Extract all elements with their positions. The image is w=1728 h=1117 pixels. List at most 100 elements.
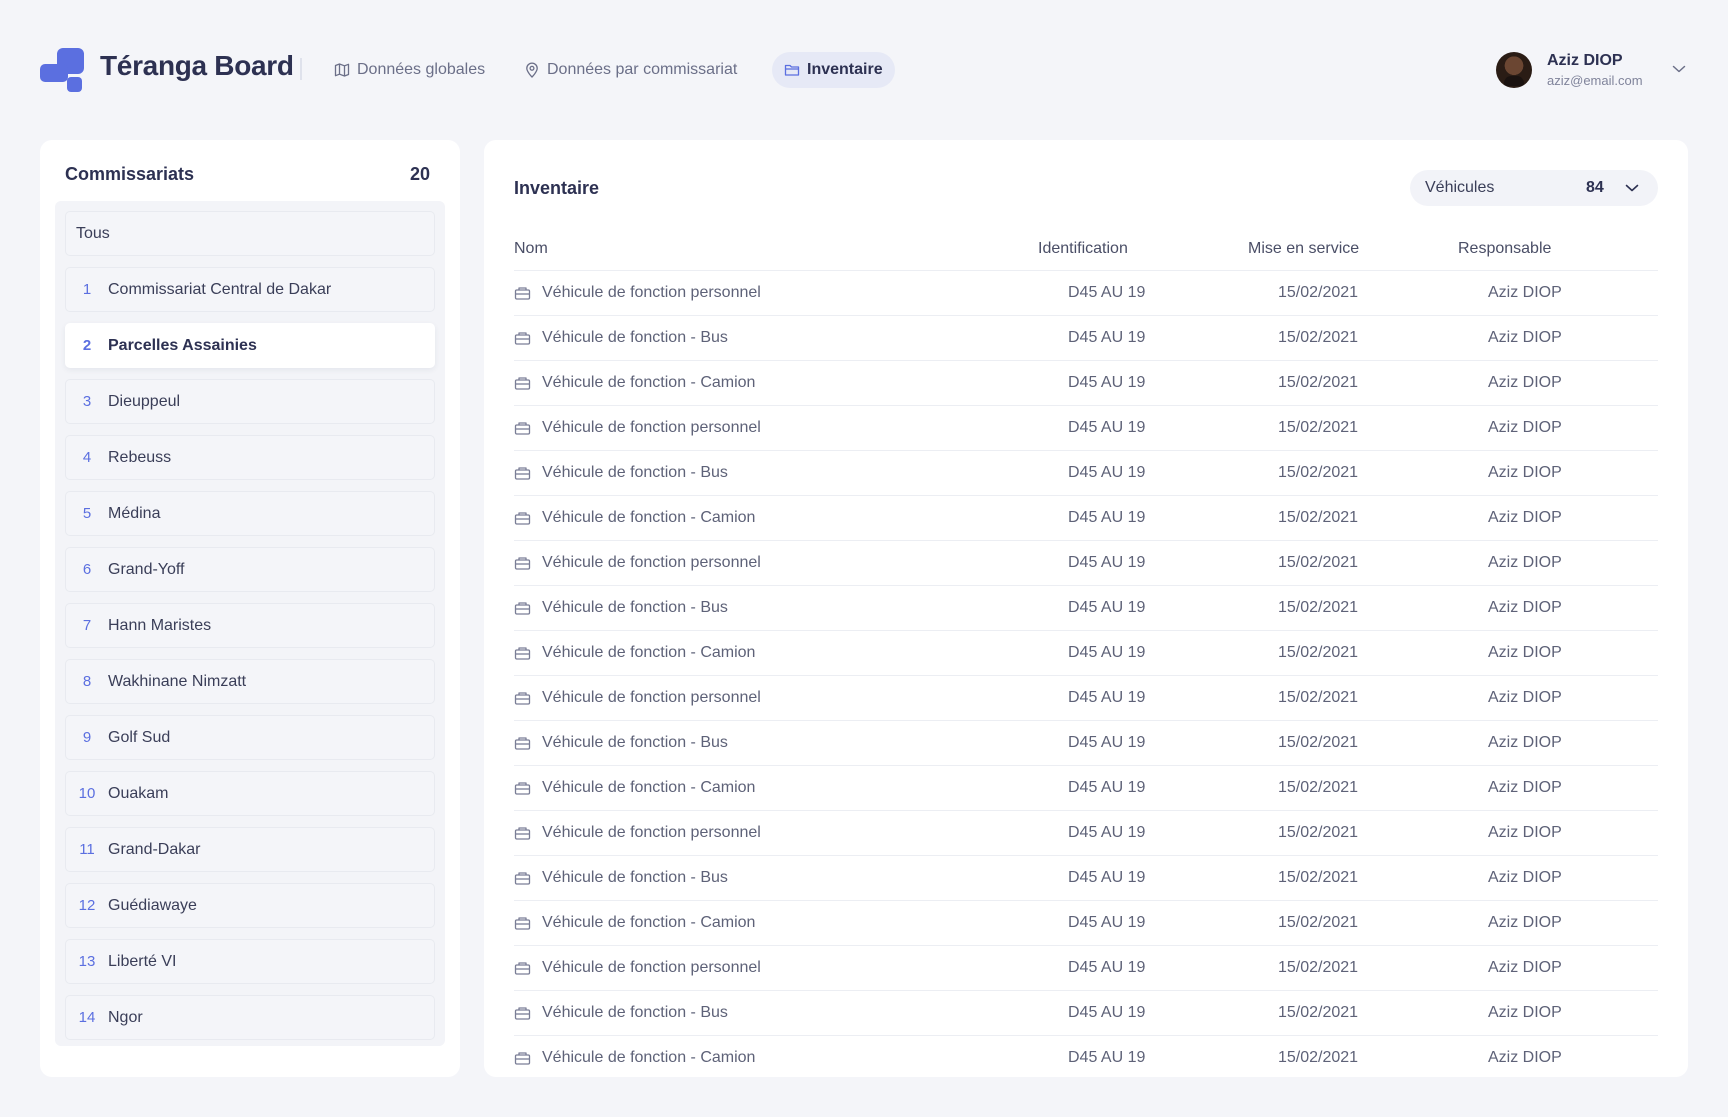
cell-responsable: Aziz DIOP xyxy=(1488,914,1562,931)
brand-title: Téranga Board xyxy=(100,50,294,81)
commissariat-number: 8 xyxy=(82,673,92,690)
nav-label: Inventaire xyxy=(807,61,883,78)
commissariat-item-tous[interactable]: Tous xyxy=(65,211,435,256)
table-row[interactable]: Véhicule de fonction - Bus D45 AU 19 15/02… xyxy=(514,451,1658,496)
commissariat-item[interactable]: 14 Ngor xyxy=(65,995,435,1040)
cell-identification: D45 AU 19 xyxy=(1068,824,1146,841)
nav-donnees-globales[interactable]: Données globales xyxy=(322,52,497,88)
category-select[interactable]: Véhicules 84 xyxy=(1410,170,1658,206)
commissariat-item[interactable]: 12 Guédiawaye xyxy=(65,883,435,928)
column-header-nom[interactable]: Nom xyxy=(514,240,548,258)
commissariat-item[interactable]: 10 Ouakam xyxy=(65,771,435,816)
commissariats-list[interactable]: Tous 1 Commissariat Central de Dakar 2 Parc… xyxy=(55,201,445,1046)
header-divider xyxy=(300,58,302,80)
briefcase-icon xyxy=(514,960,531,976)
table-row[interactable]: Véhicule de fonction - Camion D45 AU 19 15… xyxy=(514,766,1658,811)
avatar[interactable] xyxy=(1496,52,1532,88)
cell-mise-en-service: 15/02/2021 xyxy=(1278,1049,1359,1066)
cell-nom: Véhicule de fonction - Camion xyxy=(542,509,756,526)
commissariat-item[interactable]: 6 Grand-Yoff xyxy=(65,547,435,592)
column-header-identification[interactable]: Identification xyxy=(1038,240,1128,258)
cell-nom: Véhicule de fonction - Camion xyxy=(542,374,756,391)
column-header-responsable[interactable]: Responsable xyxy=(1458,240,1551,258)
commissariat-item[interactable]: 3 Dieuppeul xyxy=(65,379,435,424)
commissariat-item[interactable]: 13 Liberté VI xyxy=(65,939,435,984)
table-row[interactable]: Véhicule de fonction personnel D45 AU 19 1… xyxy=(514,946,1658,991)
cell-identification: D45 AU 19 xyxy=(1068,734,1146,751)
cell-responsable: Aziz DIOP xyxy=(1488,1049,1562,1066)
cell-responsable: Aziz DIOP xyxy=(1488,419,1562,436)
briefcase-icon xyxy=(514,870,531,886)
commissariat-item[interactable]: 7 Hann Maristes xyxy=(65,603,435,648)
cell-identification: D45 AU 19 xyxy=(1068,1004,1146,1021)
commissariat-item[interactable]: 2 Parcelles Assainies xyxy=(65,323,435,368)
cell-responsable: Aziz DIOP xyxy=(1488,959,1562,976)
inventory-title: Inventaire xyxy=(514,178,600,198)
table-row[interactable]: Véhicule de fonction - Camion D45 AU 19 15… xyxy=(514,1036,1658,1077)
table-row[interactable]: Véhicule de fonction - Bus D45 AU 19 15/02… xyxy=(514,586,1658,631)
table-row[interactable]: Véhicule de fonction - Camion D45 AU 19 15… xyxy=(514,496,1658,541)
table-row[interactable]: Véhicule de fonction - Bus D45 AU 19 15/02… xyxy=(514,721,1658,766)
nav-label: Données par commissariat xyxy=(547,61,738,78)
commissariat-item[interactable]: 5 Médina xyxy=(65,491,435,536)
cell-mise-en-service: 15/02/2021 xyxy=(1278,869,1359,886)
table-row[interactable]: Véhicule de fonction - Camion D45 AU 19 15… xyxy=(514,901,1658,946)
nav-donnees-par-commissariat[interactable]: Données par commissariat xyxy=(512,52,749,88)
table-row[interactable]: Véhicule de fonction - Bus D45 AU 19 15/02… xyxy=(514,316,1658,361)
cell-identification: D45 AU 19 xyxy=(1068,329,1146,346)
briefcase-icon xyxy=(514,375,531,391)
briefcase-icon xyxy=(514,825,531,841)
table-row[interactable]: Véhicule de fonction personnel D45 AU 19 1… xyxy=(514,271,1658,316)
table-row[interactable]: Véhicule de fonction personnel D45 AU 19 1… xyxy=(514,541,1658,586)
app-logo[interactable] xyxy=(40,48,84,92)
briefcase-icon xyxy=(514,1050,531,1066)
commissariat-name: Ouakam xyxy=(108,784,169,802)
briefcase-icon xyxy=(514,1005,531,1021)
table-row[interactable]: Véhicule de fonction personnel D45 AU 19 1… xyxy=(514,811,1658,856)
map-icon xyxy=(334,63,350,77)
table-row[interactable]: Véhicule de fonction - Bus D45 AU 19 15/02… xyxy=(514,991,1658,1036)
cell-responsable: Aziz DIOP xyxy=(1488,824,1562,841)
commissariat-item[interactable]: 4 Rebeuss xyxy=(65,435,435,480)
table-row[interactable]: Véhicule de fonction personnel D45 AU 19 1… xyxy=(514,406,1658,451)
cell-responsable: Aziz DIOP xyxy=(1488,1004,1562,1021)
commissariat-name: Commissariat Central de Dakar xyxy=(108,280,332,298)
cell-identification: D45 AU 19 xyxy=(1068,554,1146,571)
table-row[interactable]: Véhicule de fonction - Bus D45 AU 19 15/02… xyxy=(514,856,1658,901)
briefcase-icon xyxy=(514,465,531,481)
commissariats-count: 20 xyxy=(409,164,430,184)
nav-inventaire[interactable]: Inventaire xyxy=(772,52,895,88)
cell-responsable: Aziz DIOP xyxy=(1488,689,1562,706)
chevron-down-icon[interactable] xyxy=(1670,60,1688,78)
table-row[interactable]: Véhicule de fonction personnel D45 AU 19 1… xyxy=(514,676,1658,721)
cell-nom: Véhicule de fonction - Camion xyxy=(542,644,756,661)
cell-nom: Véhicule de fonction - Bus xyxy=(542,869,728,886)
commissariat-item[interactable]: 11 Grand-Dakar xyxy=(65,827,435,872)
column-header-mise-en-service[interactable]: Mise en service xyxy=(1248,240,1359,258)
cell-responsable: Aziz DIOP xyxy=(1488,329,1562,346)
cell-responsable: Aziz DIOP xyxy=(1488,734,1562,751)
table-row[interactable]: Véhicule de fonction - Camion D45 AU 19 15… xyxy=(514,361,1658,406)
commissariat-item[interactable]: 9 Golf Sud xyxy=(65,715,435,760)
cell-mise-en-service: 15/02/2021 xyxy=(1278,644,1359,661)
commissariat-number: 13 xyxy=(78,953,96,970)
commissariat-name: Grand-Yoff xyxy=(108,560,185,578)
briefcase-icon xyxy=(514,510,531,526)
cell-responsable: Aziz DIOP xyxy=(1488,779,1562,796)
cell-mise-en-service: 15/02/2021 xyxy=(1278,554,1359,571)
commissariat-item[interactable]: 1 Commissariat Central de Dakar xyxy=(65,267,435,312)
table-row[interactable]: Véhicule de fonction - Camion D45 AU 19 15… xyxy=(514,631,1658,676)
cell-identification: D45 AU 19 xyxy=(1068,779,1146,796)
cell-mise-en-service: 15/02/2021 xyxy=(1278,689,1359,706)
user-menu[interactable]: Aziz DIOP aziz@email.com xyxy=(1496,50,1708,92)
commissariats-panel: Commissariats 20 Tous 1 Commissariat Cent… xyxy=(40,140,460,1077)
cell-nom: Véhicule de fonction personnel xyxy=(542,419,761,436)
cell-identification: D45 AU 19 xyxy=(1068,284,1146,301)
cell-mise-en-service: 15/02/2021 xyxy=(1278,284,1359,301)
commissariat-number: 5 xyxy=(82,505,92,522)
commissariat-item[interactable]: 8 Wakhinane Nimzatt xyxy=(65,659,435,704)
briefcase-icon xyxy=(514,330,531,346)
briefcase-icon xyxy=(514,690,531,706)
cell-identification: D45 AU 19 xyxy=(1068,689,1146,706)
commissariat-name: Hann Maristes xyxy=(108,616,212,634)
